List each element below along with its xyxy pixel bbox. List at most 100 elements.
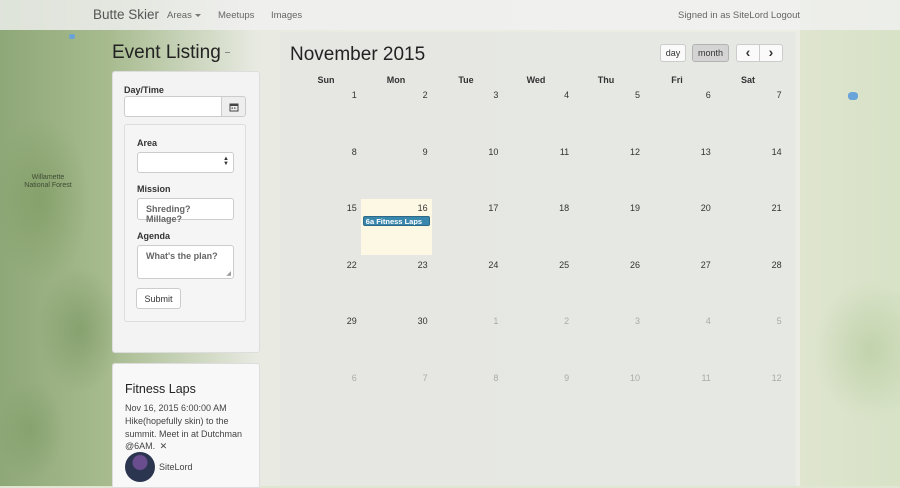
view-month-button[interactable]: month — [692, 44, 729, 62]
calendar-day-cell[interactable]: 8 — [290, 143, 361, 199]
calendar-day-cell[interactable]: 1 — [290, 86, 361, 142]
calendar-day-cell[interactable]: 9 — [502, 369, 573, 425]
day-number: 4 — [705, 316, 711, 326]
calendar-day-cell[interactable]: 11 — [644, 369, 715, 425]
calendar-day-cell[interactable]: 3 — [573, 312, 644, 368]
calendar-day-cell[interactable]: 27 — [644, 256, 715, 312]
day-number: 3 — [634, 316, 640, 326]
day-number: 2 — [422, 90, 428, 100]
area-select[interactable]: ▲ ▼ — [137, 152, 234, 173]
calendar-day-cell[interactable]: 25 — [502, 256, 573, 312]
calendar-day-cell[interactable]: 7 — [715, 86, 786, 142]
datetime-input[interactable] — [124, 96, 222, 117]
day-number: 5 — [776, 316, 782, 326]
dow-header: Tue — [458, 75, 474, 85]
calendar-day-cell[interactable]: 3 — [432, 86, 503, 142]
calendar-day-cell[interactable]: 2 — [361, 86, 432, 142]
calendar-day-cell[interactable]: 17 — [432, 199, 503, 255]
calendar-day-cell[interactable]: 9 — [361, 143, 432, 199]
calendar-day-cell[interactable]: 12 — [715, 369, 786, 425]
calendar-event[interactable]: 6a Fitness Laps — [362, 216, 430, 226]
day-number: 7 — [776, 90, 782, 100]
nav-meetups[interactable]: Meetups — [218, 10, 254, 21]
day-number: 9 — [564, 372, 570, 383]
day-number: 7 — [422, 372, 428, 383]
day-number: 11 — [701, 372, 711, 383]
calendar-day-cell[interactable]: 18 — [502, 199, 573, 255]
next-month-button[interactable]: › — [759, 44, 783, 62]
submit-button[interactable]: Submit — [136, 288, 181, 309]
signed-in-status[interactable]: Signed in as SiteLord Logout — [678, 10, 800, 21]
chevron-left-icon: ‹ — [745, 44, 751, 60]
calendar-day-cell[interactable]: 1 — [432, 312, 503, 368]
brand-logo[interactable]: Butte Skier — [93, 7, 159, 22]
calendar-day-cell[interactable]: 2 — [502, 312, 573, 368]
caret-down-icon — [194, 13, 201, 17]
calendar-day-cell[interactable]: 4 — [502, 86, 573, 142]
calendar-day-cell[interactable]: 6 — [290, 369, 361, 425]
calendar-day-cell[interactable]: 4 — [644, 312, 715, 368]
datetime-label: Day/Time — [124, 85, 164, 95]
top-navbar: Butte Skier Areas Meetups Images Signed … — [0, 0, 900, 30]
dow-header: Sat — [740, 75, 755, 85]
mission-input[interactable]: Shreding? Millage? — [137, 198, 234, 224]
day-number: 1 — [493, 316, 499, 326]
calendar-day-cell[interactable]: 20 — [644, 199, 715, 255]
view-day-button[interactable]: day — [660, 44, 686, 62]
calendar-day-cell[interactable]: 26 — [573, 256, 644, 312]
calendar-day-cell[interactable]: 29 — [290, 312, 361, 368]
dow-header: Fri — [671, 75, 683, 85]
day-number: 18 — [559, 203, 570, 213]
calendar-day-cell[interactable]: 12 — [573, 143, 644, 199]
calendar-day-cell[interactable]: 8 — [432, 369, 503, 425]
calendar-day-cell[interactable]: 24 — [432, 256, 503, 312]
delete-event-icon[interactable]: ✕ — [160, 441, 168, 451]
area-label: Area — [137, 138, 158, 148]
day-number: 15 — [346, 203, 357, 213]
agenda-textarea[interactable]: What's the plan? ◢ — [137, 245, 234, 279]
calendar-day-cell[interactable]: 22 — [290, 256, 361, 312]
day-number: 2 — [564, 316, 570, 326]
calendar-day-cell[interactable]: 28 — [715, 256, 786, 312]
nav-images[interactable]: Images — [271, 10, 302, 21]
day-number: 3 — [493, 90, 499, 100]
calendar-day-cell[interactable]: 13 — [644, 143, 715, 199]
calendar-day-cell[interactable]: 10 — [432, 143, 503, 199]
day-number: 16 — [417, 203, 428, 213]
calendar-day-cell[interactable]: 6 — [644, 86, 715, 142]
title-dash — [224, 52, 230, 54]
user-avatar[interactable] — [125, 452, 155, 482]
day-number: 27 — [700, 259, 711, 270]
nav-areas-dropdown[interactable]: Areas — [167, 10, 201, 21]
chevron-right-icon: › — [768, 44, 774, 60]
calendar-day-cell[interactable]: 5 — [573, 86, 644, 142]
day-number: 5 — [634, 90, 640, 100]
day-number: 1 — [351, 90, 357, 100]
day-number: 24 — [488, 259, 499, 270]
day-number: 13 — [700, 146, 711, 157]
calendar-day-cell[interactable]: 14 — [715, 143, 786, 199]
calendar-day-cell[interactable]: 11 — [502, 143, 573, 199]
day-number: 26 — [629, 259, 640, 270]
calendar-day-cell[interactable]: 19 — [573, 199, 644, 255]
calendar-day-cell[interactable]: 16 6a Fitness Laps — [360, 199, 432, 255]
event-detail-card: Fitness Laps Nov 16, 2015 6:00:00 AM Hik… — [112, 363, 260, 488]
map-lake — [69, 34, 75, 39]
calendar-day-cell[interactable]: 15 — [290, 199, 361, 255]
calendar-day-cell[interactable]: 30 — [361, 312, 432, 368]
day-number: 22 — [346, 259, 357, 270]
event-user[interactable]: SiteLord — [159, 462, 193, 472]
day-number: 21 — [771, 203, 782, 213]
day-number: 23 — [417, 259, 428, 270]
calendar-day-cell[interactable]: 10 — [573, 369, 644, 425]
day-number: 6 — [705, 90, 711, 100]
calendar-day-cell[interactable]: 7 — [361, 369, 432, 425]
calendar-picker-button[interactable] — [221, 96, 246, 117]
calendar-day-cell[interactable]: 5 — [715, 312, 786, 368]
page-title: Event Listing — [112, 42, 230, 64]
day-number: 12 — [771, 372, 782, 383]
agenda-label: Agenda — [137, 231, 171, 241]
calendar-day-cell[interactable]: 23 — [361, 256, 432, 312]
calendar-day-cell[interactable]: 21 — [715, 199, 786, 255]
prev-month-button[interactable]: ‹ — [736, 44, 760, 62]
